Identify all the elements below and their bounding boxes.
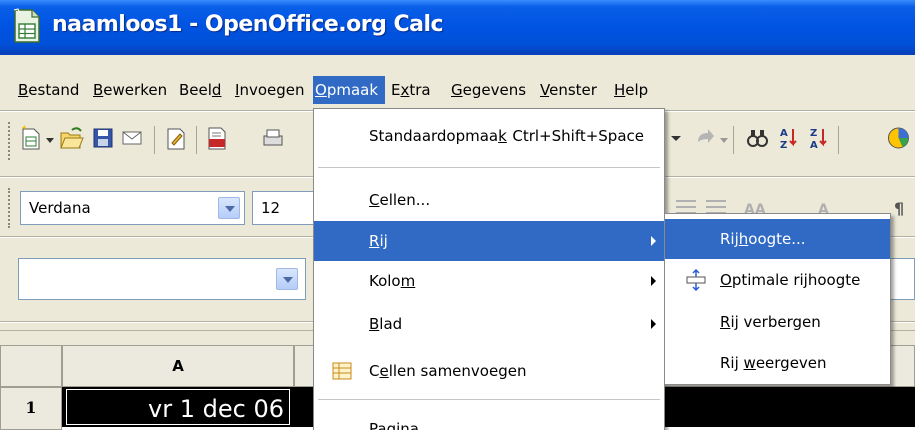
svg-text:Z: Z: [810, 128, 817, 139]
save-icon[interactable]: [90, 124, 116, 152]
navigator-icon[interactable]: [744, 124, 770, 152]
chevron-down-icon[interactable]: [720, 138, 728, 143]
redo-icon[interactable]: [692, 124, 718, 152]
menu-separator: [318, 167, 660, 168]
toolbar-separator: [733, 126, 734, 154]
menu-bewerken[interactable]: Bewerken: [91, 76, 169, 104]
menu-bar: Bestand Bewerken Beeld Invoegen Opmaak E…: [0, 72, 915, 108]
menu-item-rijhoogte[interactable]: Rijhoogte...: [665, 219, 890, 259]
sort-ascending-icon[interactable]: A Z: [776, 124, 802, 152]
new-document-icon[interactable]: [18, 124, 44, 152]
font-name-value: Verdana: [29, 199, 91, 217]
print-icon[interactable]: [232, 124, 314, 152]
menu-bestand[interactable]: Bestand: [16, 76, 81, 104]
column-header-label: A: [172, 357, 184, 375]
name-box-dropdown-button[interactable]: [276, 268, 298, 290]
menu-item-cellen[interactable]: Cellen...: [314, 180, 664, 220]
optimal-row-height-icon: [686, 269, 706, 291]
edit-file-icon[interactable]: [163, 124, 189, 152]
menu-item-blad[interactable]: Blad: [314, 304, 664, 344]
corner-select-all[interactable]: [0, 345, 62, 387]
menu-item-rij-weergeven[interactable]: Rij weergeven: [665, 343, 890, 383]
cell-cursor: [66, 389, 290, 425]
svg-text:¶: ¶: [894, 199, 904, 218]
submenu-arrow-icon: [651, 236, 656, 246]
rij-submenu: Rijhoogte... Optimale rijhoogte Rij verb…: [664, 213, 891, 385]
open-folder-icon[interactable]: [58, 124, 84, 152]
toolbar-separator: [838, 126, 839, 154]
menu-opmaak[interactable]: Opmaak: [313, 76, 385, 104]
row-header-1[interactable]: 1: [0, 387, 62, 430]
toolbar-grip[interactable]: [8, 122, 12, 160]
row-header-label: 1: [25, 398, 37, 417]
chevron-down-icon[interactable]: [46, 138, 54, 143]
menu-item-cellen-samenvoegen[interactable]: Cellen samenvoegen: [314, 351, 664, 391]
sort-descending-icon[interactable]: Z A: [806, 124, 832, 152]
merge-cells-icon: [332, 362, 352, 380]
calc-app-icon: [13, 8, 40, 43]
toolbar-separator: [196, 126, 197, 154]
export-pdf-icon[interactable]: [204, 124, 230, 152]
font-name-box[interactable]: Verdana: [20, 191, 245, 225]
svg-text:Z: Z: [780, 140, 787, 151]
submenu-arrow-icon: [651, 319, 656, 329]
svg-text:A: A: [780, 128, 788, 139]
font-name-dropdown-button[interactable]: [218, 197, 240, 219]
menu-extra[interactable]: Extra: [389, 76, 433, 104]
menu-beeld[interactable]: Beeld: [177, 76, 223, 104]
chart-icon[interactable]: [882, 124, 915, 152]
toolbar-grip[interactable]: [8, 188, 12, 228]
column-header-a[interactable]: A: [62, 345, 294, 387]
toolbar-separator: [154, 126, 155, 154]
menu-item-rij[interactable]: Rij: [314, 221, 664, 261]
font-size-box[interactable]: 12: [252, 191, 314, 225]
menu-gegevens[interactable]: Gegevens: [449, 76, 528, 104]
menu-venster[interactable]: Venster: [538, 76, 599, 104]
menu-help[interactable]: Help: [612, 76, 650, 104]
menu-item-standaardopmaak[interactable]: Standaardopmaak Ctrl+Shift+Space: [314, 116, 664, 156]
menu-item-rij-verbergen[interactable]: Rij verbergen: [665, 302, 890, 342]
email-icon[interactable]: [119, 124, 145, 152]
menu-item-pagina-label: Pagina: [369, 420, 419, 430]
menu-item-pagina[interactable]: Pagina: [314, 409, 664, 430]
name-box[interactable]: [18, 258, 306, 300]
submenu-arrow-icon: [651, 276, 656, 286]
opmaak-menu: Standaardopmaak Ctrl+Shift+Space Cellen.…: [313, 108, 665, 430]
menu-item-kolom[interactable]: Kolom: [314, 261, 664, 301]
menu-separator: [318, 399, 660, 400]
window-title: naamloos1 - OpenOffice.org Calc: [52, 12, 444, 37]
menu-invoegen[interactable]: Invoegen: [233, 76, 306, 104]
menu-item-optimale-rijhoogte[interactable]: Optimale rijhoogte: [665, 260, 890, 300]
title-bar: naamloos1 - OpenOffice.org Calc: [0, 0, 915, 55]
svg-text:A: A: [810, 140, 818, 151]
shortcut-label: Ctrl+Shift+Space: [512, 127, 644, 145]
font-size-value: 12: [261, 199, 281, 217]
